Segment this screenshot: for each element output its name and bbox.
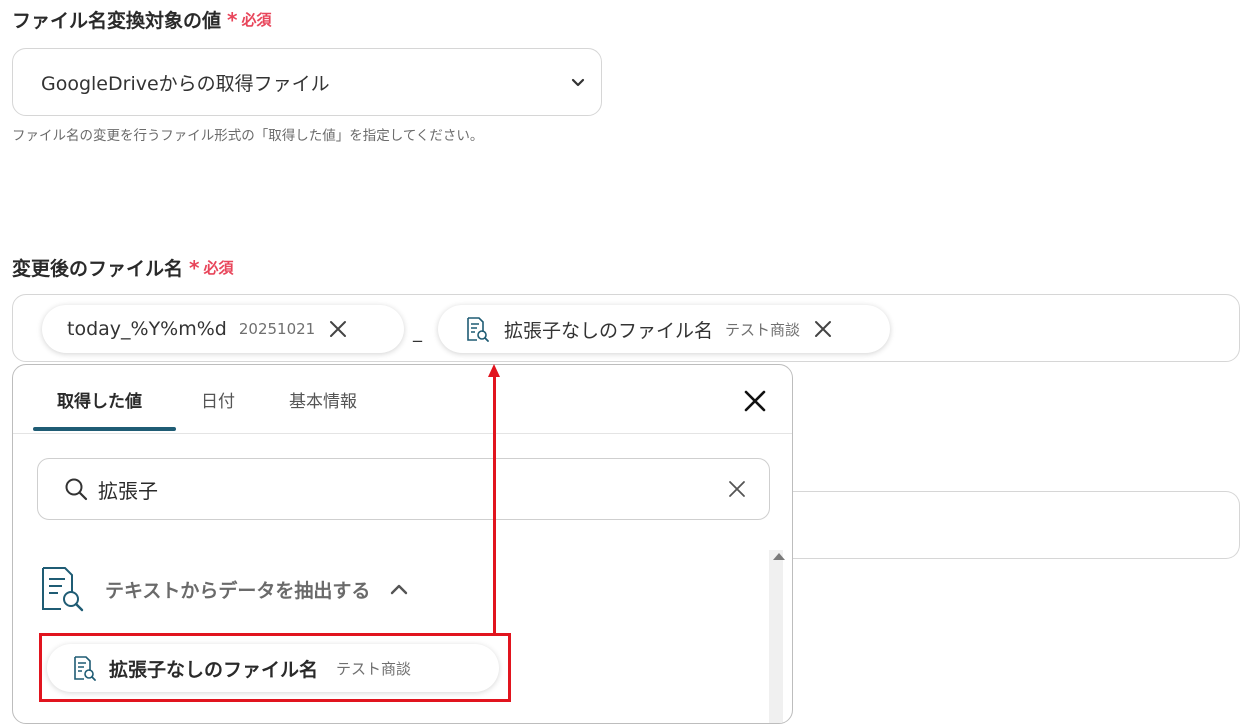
field-label-text: ファイル名変換対象の値 <box>12 10 222 32</box>
chip-label: 拡張子なしのファイル名 <box>504 319 714 342</box>
tab-date[interactable]: 日付 <box>201 387 235 412</box>
scroll-up-arrow[interactable] <box>773 553 785 560</box>
required-text: 必須 <box>241 11 272 29</box>
target-value-select[interactable]: GoogleDriveからの取得ファイル <box>12 48 602 116</box>
tab-obtained-value[interactable]: 取得した値 <box>57 387 142 412</box>
document-search-icon <box>464 316 490 342</box>
annotation-arrow-line <box>493 376 496 633</box>
group-header-extract-text[interactable]: テキストからデータを抽出する <box>39 565 408 613</box>
field-label-text: 変更後のファイル名 <box>12 258 184 280</box>
highlight-box <box>39 633 511 702</box>
chip-filename-no-ext[interactable]: 拡張子なしのファイル名 テスト商談 <box>438 305 890 353</box>
required-text: 必須 <box>203 259 234 277</box>
separator-text: _ <box>413 322 422 343</box>
background-input-field[interactable] <box>790 491 1240 559</box>
document-search-icon <box>39 565 85 613</box>
chip-sub: テスト商談 <box>725 320 801 339</box>
search-value: 拡張子 <box>98 478 158 503</box>
chevron-up-icon[interactable] <box>390 583 408 595</box>
close-icon[interactable] <box>743 389 767 417</box>
active-tab-indicator <box>33 427 176 431</box>
select-value: GoogleDriveからの取得ファイル <box>41 72 330 95</box>
annotation-arrow-head <box>488 364 500 377</box>
search-input[interactable]: 拡張子 <box>37 458 770 520</box>
field-label-new-filename: 変更後のファイル名 * 必須 <box>12 254 234 281</box>
chip-today-date[interactable]: today_%Y%m%d 20251021 <box>42 305 404 353</box>
chip-sub: 20251021 <box>238 320 316 338</box>
chevron-down-icon <box>571 73 585 92</box>
close-icon[interactable] <box>814 320 832 338</box>
chip-label: today_%Y%m%d <box>67 318 227 340</box>
help-text: ファイル名の変更を行うファイル形式の「取得した値」を指定してください。 <box>12 128 484 144</box>
close-icon[interactable] <box>329 320 347 338</box>
group-title: テキストからデータを抽出する <box>105 579 371 602</box>
field-label-target-value: ファイル名変換対象の値 * 必須 <box>12 6 272 33</box>
required-mark: * <box>227 7 238 32</box>
tab-basic-info[interactable]: 基本情報 <box>289 387 357 412</box>
required-mark: * <box>189 255 200 280</box>
clear-icon[interactable] <box>727 479 747 499</box>
search-icon <box>64 477 88 501</box>
tab-bar: 取得した値 日付 基本情報 <box>13 365 792 434</box>
scrollbar[interactable] <box>769 550 783 723</box>
